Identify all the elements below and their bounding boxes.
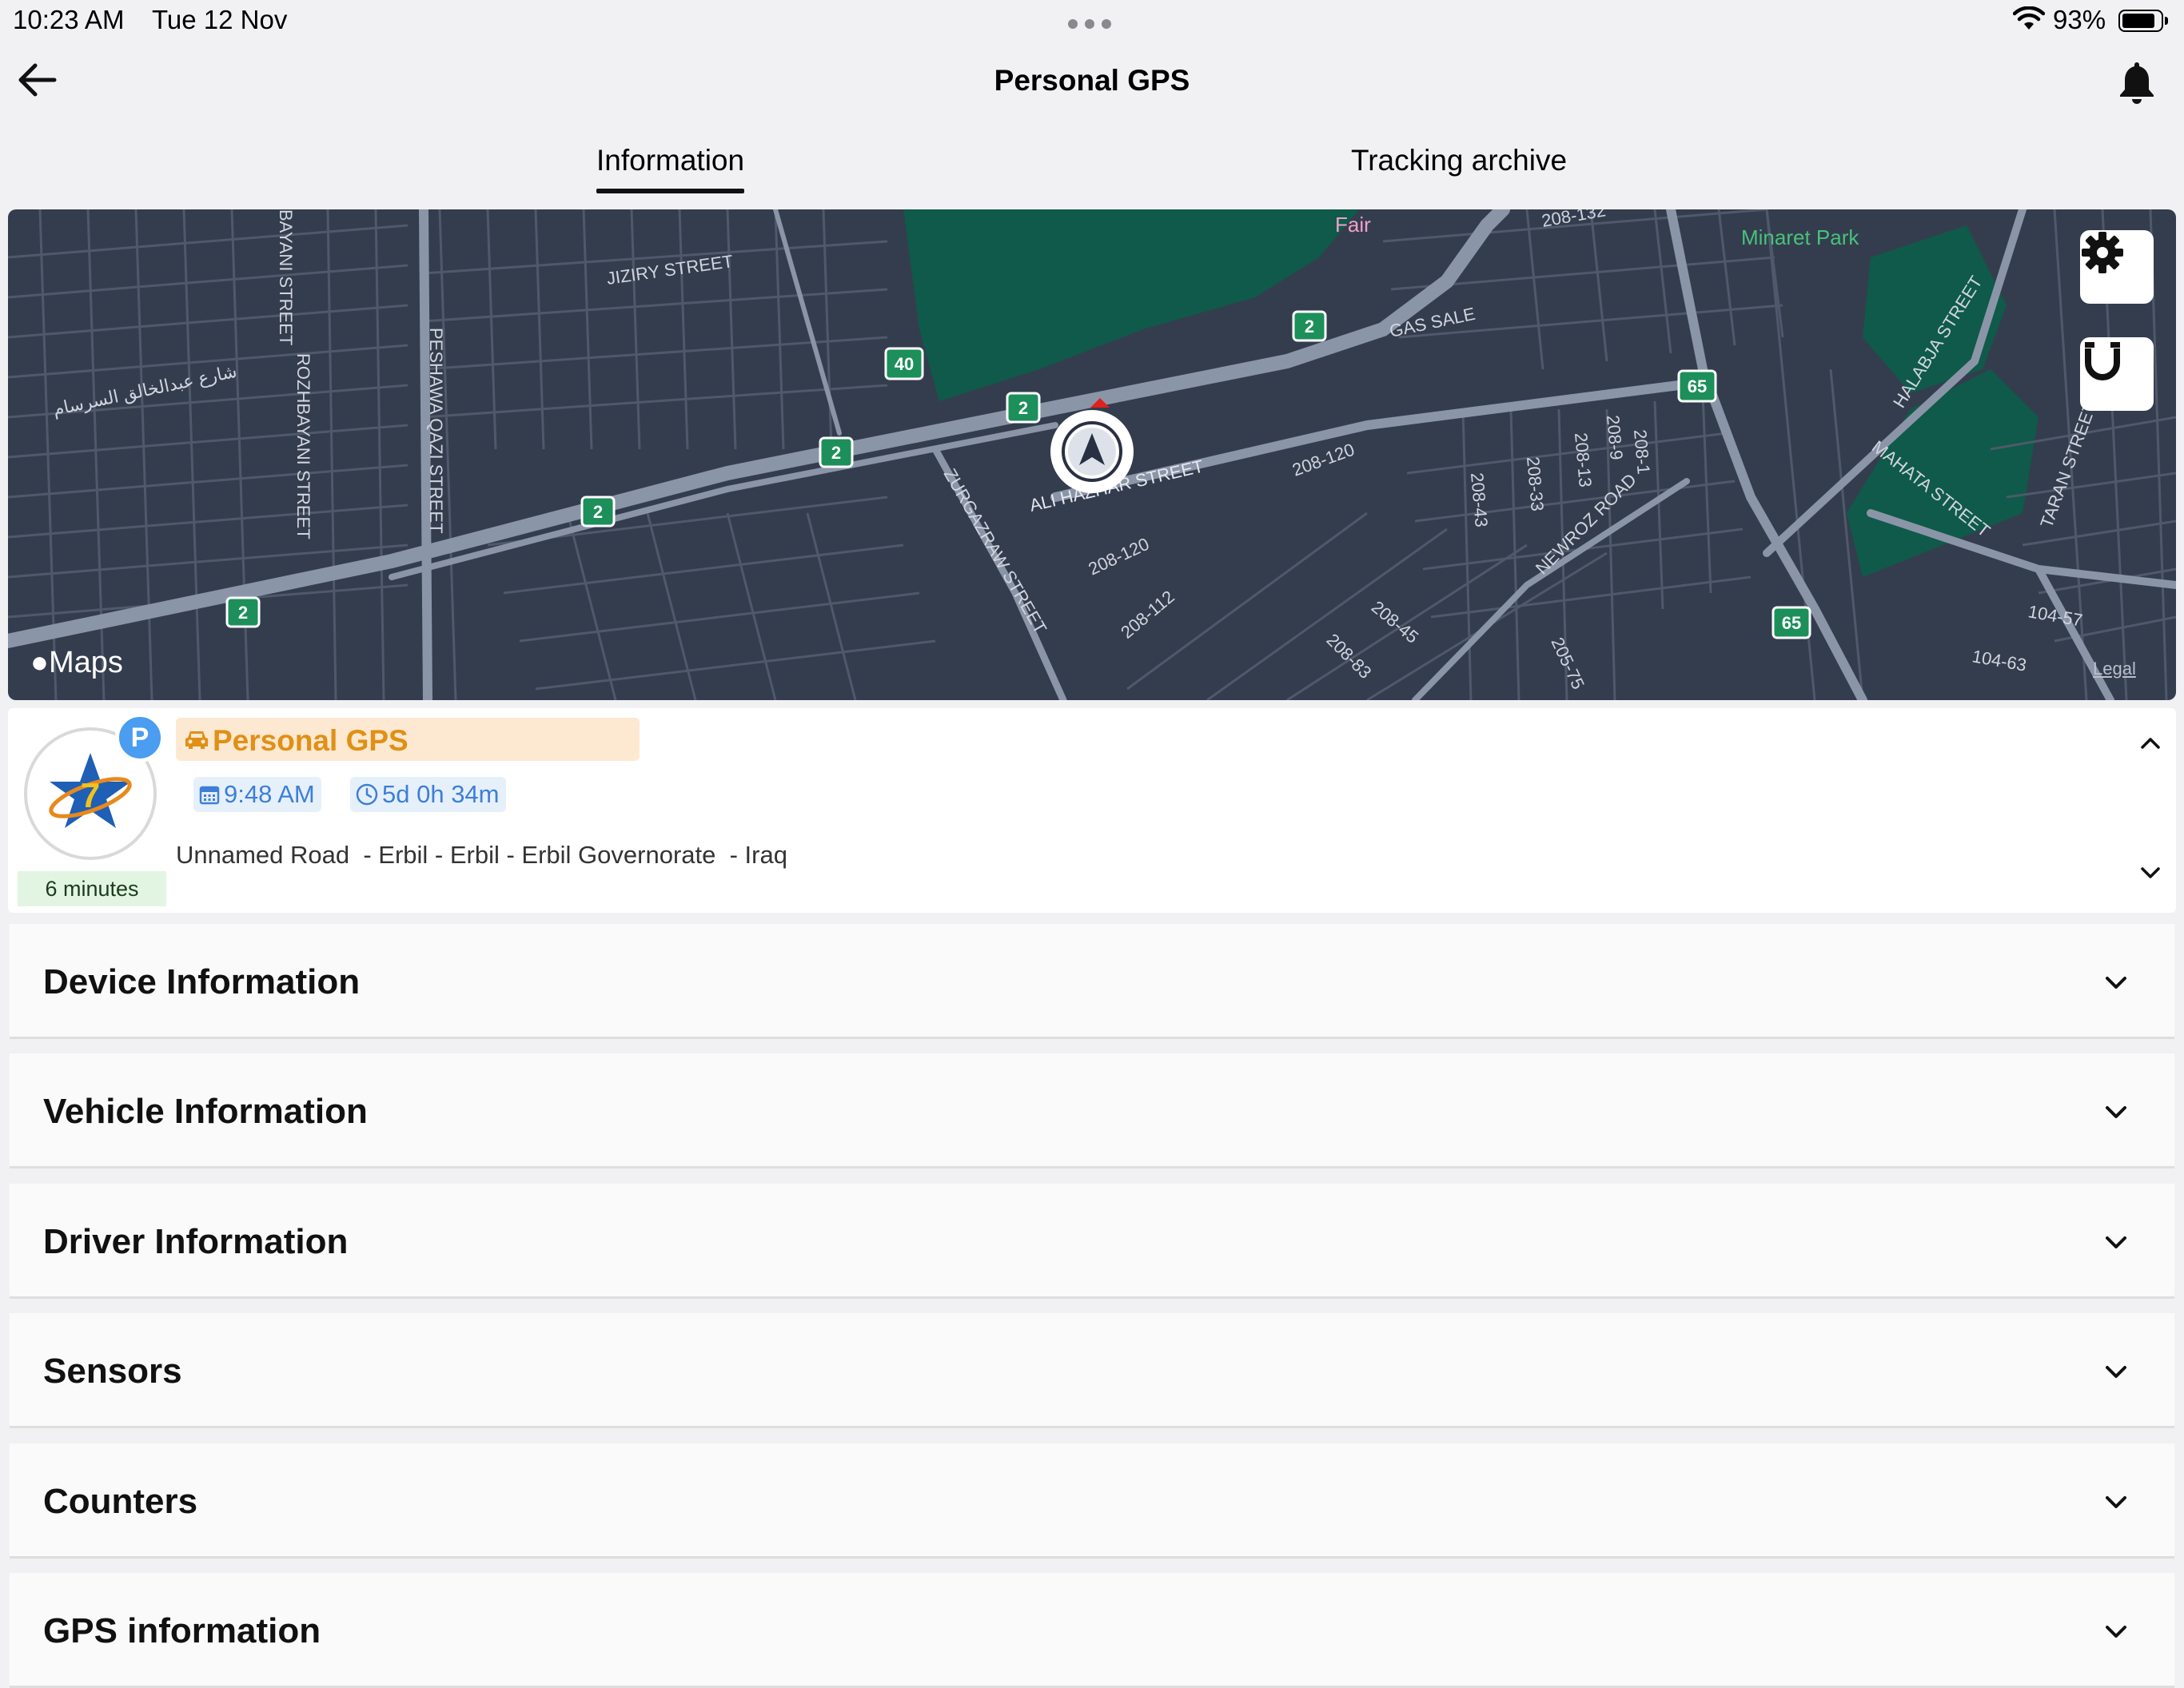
battery-icon <box>2118 10 2168 32</box>
map-settings-button[interactable] <box>2080 230 2154 304</box>
gear-icon <box>2082 232 2123 273</box>
road-label: 208-9 <box>1603 414 1627 460</box>
maps-attribution-label: Maps <box>48 646 123 679</box>
street-label: ROZHBAYANI STREET <box>293 353 313 539</box>
street-label: شارع عبدالخالق السرسام <box>51 361 239 420</box>
duration-value: 5d 0h 34m <box>382 780 500 808</box>
vehicle-name: Personal GPS <box>213 724 409 757</box>
section-label: Device Information <box>43 962 361 1001</box>
chevron-down-icon <box>2106 1626 2126 1638</box>
road-label: 104-63 <box>1971 646 2028 675</box>
svg-text:7: 7 <box>81 776 100 815</box>
park-area-east <box>1863 225 2007 393</box>
tab-tracking-archive[interactable]: Tracking archive <box>1351 144 1567 177</box>
section-label: Vehicle Information <box>43 1092 368 1131</box>
section-label: GPS information <box>43 1611 321 1650</box>
duration-chip: 5d 0h 34m <box>350 777 506 812</box>
magnet-icon <box>2085 342 2120 380</box>
parking-status-badge: P <box>115 713 165 762</box>
road-label: 208-132 <box>1540 209 1608 231</box>
wifi-icon <box>2013 6 2045 30</box>
road-label: 208-1 <box>1630 428 1654 475</box>
route-shield-label: 40 <box>895 354 914 374</box>
section-vehicle-information[interactable]: Vehicle Information <box>10 1053 2174 1168</box>
road-label: 208-83 <box>1322 630 1375 683</box>
chevron-up-icon[interactable] <box>2134 727 2166 759</box>
apple-logo-icon: ● <box>30 646 49 679</box>
status-time: 10:23 AM <box>13 5 125 34</box>
status-date: Tue 12 Nov <box>152 5 288 34</box>
poi-label: Fair <box>1335 213 1371 237</box>
park-area <box>903 209 1359 401</box>
route-shield-label: 65 <box>1782 613 1801 633</box>
legal-link[interactable]: Legal <box>2093 659 2136 679</box>
road-label: 208-45 <box>1368 597 1423 647</box>
tab-bar: Information Tracking archive <box>0 134 2184 198</box>
road-label: 208-43 <box>1467 472 1492 528</box>
street-label: PESHAWA QAZI STREET <box>426 328 446 534</box>
road-label: 104-57 <box>2027 601 2084 631</box>
map-canvas[interactable]: JIZIRY STREET Minaret Park GAS SALE ALI … <box>8 209 2176 700</box>
page-title: Personal GPS <box>994 64 1190 97</box>
vehicle-summary-card[interactable]: 7 P 6 minutes Personal GPS 9:48 AM 5d 0h… <box>8 708 2176 913</box>
route-shield-label: 65 <box>1688 376 1707 396</box>
tab-tracking-archive-label: Tracking archive <box>1351 144 1568 177</box>
section-driver-information[interactable]: Driver Information <box>10 1184 2174 1299</box>
route-shield-label: 2 <box>831 443 841 463</box>
road-label: 208-120 <box>1086 534 1153 579</box>
elapsed-time-badge: 6 minutes <box>18 871 166 906</box>
road-label: 208-112 <box>1117 587 1178 643</box>
tab-information[interactable]: Information <box>596 144 745 193</box>
chevron-down-icon <box>2106 977 2126 989</box>
map-view[interactable]: JIZIRY STREET Minaret Park GAS SALE ALI … <box>8 209 2176 700</box>
multitasking-dots-icon[interactable] <box>1068 19 1111 29</box>
active-tab-indicator <box>596 189 745 193</box>
street-label: BAYANI STREET <box>276 209 296 345</box>
section-label: Driver Information <box>43 1222 349 1261</box>
maps-attribution: ●Maps <box>30 646 123 680</box>
chevron-down-icon <box>2106 1106 2126 1118</box>
section-gps-information[interactable]: GPS information <box>10 1573 2174 1688</box>
battery-percent: 93% <box>2053 5 2106 34</box>
chevron-down-icon <box>2106 1496 2126 1508</box>
street-label: ZURGAZRAW STREET <box>940 465 1051 637</box>
notification-bell-icon[interactable] <box>2115 59 2158 106</box>
route-shield-label: 2 <box>593 502 603 522</box>
park-area-southeast <box>1847 369 2039 577</box>
section-label: Counters <box>43 1482 198 1521</box>
last-update-chip: 9:48 AM <box>193 777 321 812</box>
map-snap-button[interactable] <box>2080 337 2154 411</box>
chevron-down-icon <box>2106 1366 2126 1378</box>
tab-information-label: Information <box>596 144 745 177</box>
route-shield-label: 2 <box>1305 316 1314 336</box>
car-icon <box>185 731 208 749</box>
section-counters[interactable]: Counters <box>10 1443 2174 1559</box>
vehicle-name-pill: Personal GPS <box>176 718 640 761</box>
clock-icon <box>356 783 378 806</box>
route-shield-label: 2 <box>1018 398 1028 418</box>
chevron-down-icon <box>2106 1236 2126 1248</box>
vehicle-address: Unnamed Road - Erbil - Erbil - Erbil Gov… <box>176 841 787 869</box>
road-label: 208-33 <box>1523 456 1548 512</box>
road-label: 205-75 <box>1547 635 1588 693</box>
section-sensors[interactable]: Sensors <box>10 1313 2174 1428</box>
chevron-down-icon[interactable] <box>2134 857 2166 889</box>
calendar-icon <box>199 786 220 805</box>
app-header: Personal GPS <box>0 48 2184 120</box>
park-label: Minaret Park <box>1741 225 1859 249</box>
last-update-time: 9:48 AM <box>224 780 315 808</box>
section-device-information[interactable]: Device Information <box>10 924 2174 1039</box>
road-label: 208-13 <box>1571 432 1596 488</box>
section-label: Sensors <box>43 1352 182 1391</box>
route-shield-label: 2 <box>238 603 248 623</box>
status-bar: 10:23 AM Tue 12 Nov 93% <box>0 0 2184 42</box>
